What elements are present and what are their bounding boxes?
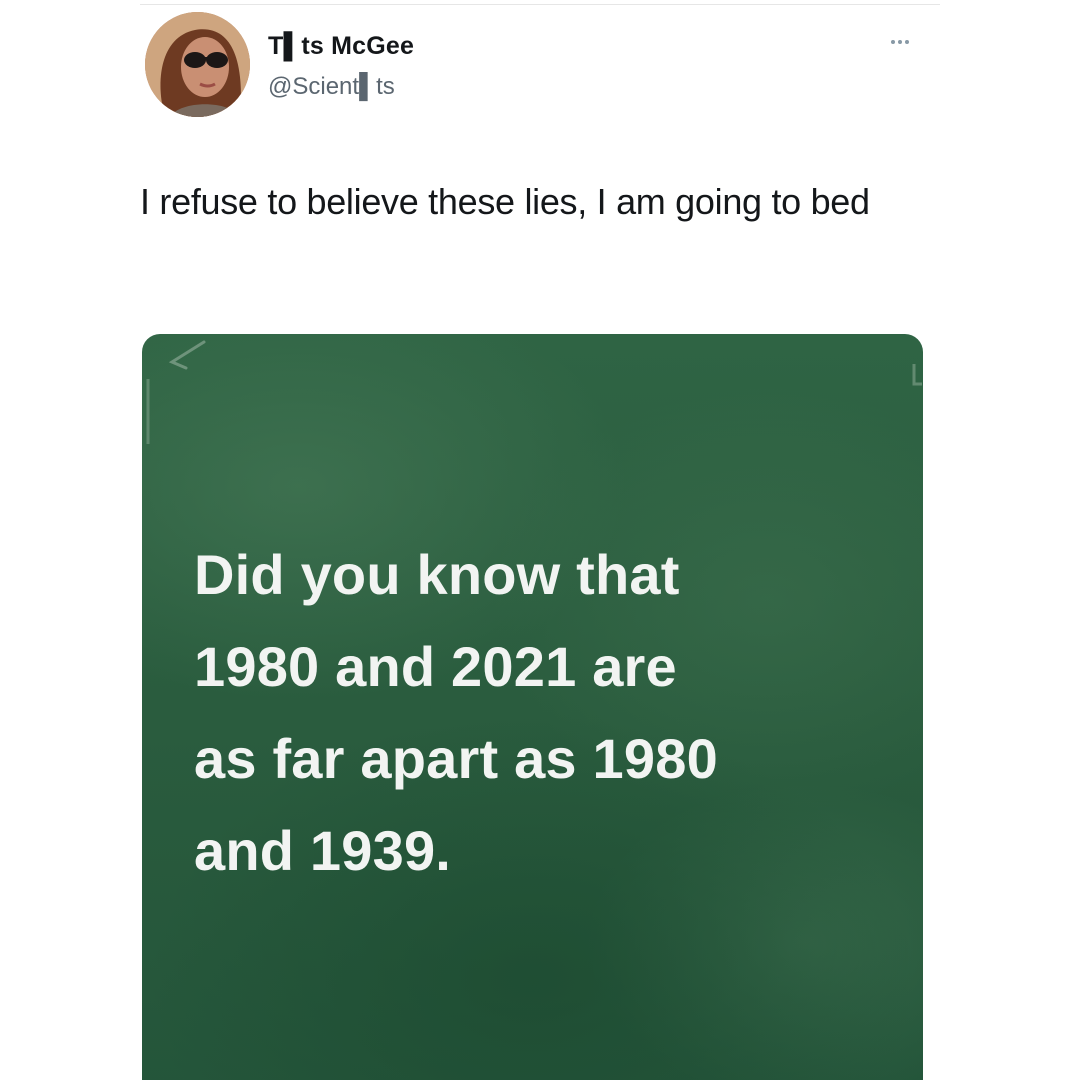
dot — [898, 40, 902, 44]
avatar[interactable] — [145, 12, 250, 117]
tweet-header: T▌ts McGee @Scient▌ts — [145, 12, 935, 122]
user-handle[interactable]: @Scient▌ts — [268, 73, 395, 101]
top-divider — [140, 4, 940, 5]
dot — [891, 40, 895, 44]
tweet-media-image[interactable]: Did you know that 1980 and 2021 are as f… — [142, 334, 923, 1080]
chalkboard-line: Did you know that — [194, 543, 680, 606]
chalkboard-line: as far apart as 1980 — [194, 727, 718, 790]
avatar-image — [145, 12, 250, 117]
dot — [905, 40, 909, 44]
display-name[interactable]: T▌ts McGee — [268, 32, 414, 61]
chalk-scribbles — [146, 340, 922, 444]
more-horizontal-icon[interactable] — [880, 32, 920, 52]
chalkboard-line: 1980 and 2021 are — [194, 635, 677, 698]
tweet-text: I refuse to believe these lies, I am goi… — [140, 181, 870, 222]
chalkboard-text: Did you know that 1980 and 2021 are as f… — [194, 529, 894, 897]
chalkboard-line: and 1939. — [194, 819, 452, 882]
